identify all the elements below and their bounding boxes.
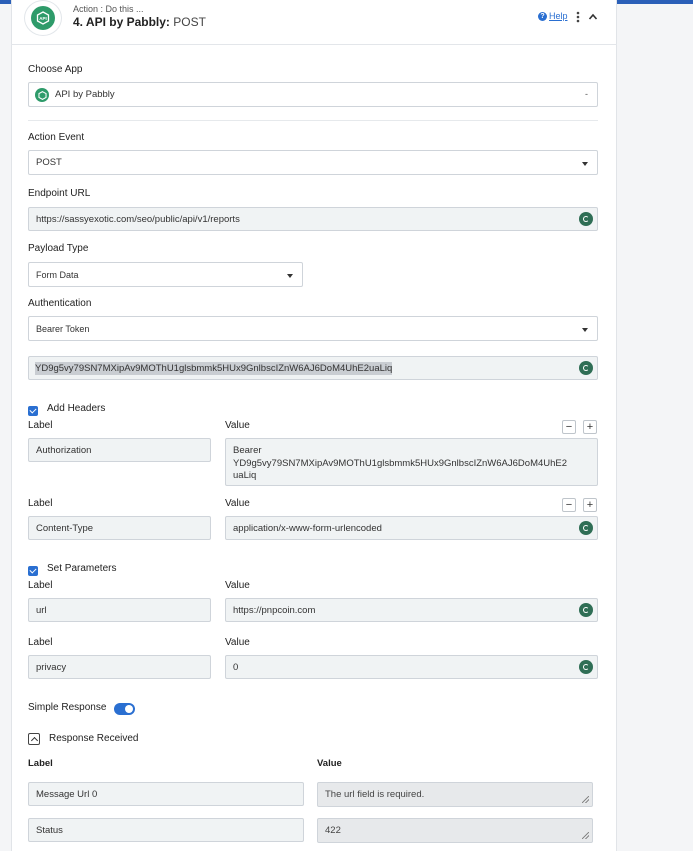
response-col-value: Value [317, 758, 342, 769]
header-label-input[interactable]: Content-Type [28, 516, 211, 540]
authentication-value: Bearer Token [36, 323, 90, 334]
minus-icon[interactable]: − [562, 420, 576, 434]
insert-data-icon[interactable] [579, 521, 593, 535]
choose-app-label: Choose App [28, 64, 83, 75]
param-col-label: Label [28, 637, 53, 648]
app-small-icon [35, 88, 49, 102]
header-col-value: Value [225, 498, 250, 509]
add-headers-checkbox[interactable] [28, 406, 38, 416]
action-title-text: 4. API by Pabbly: [73, 15, 170, 29]
param-label-value: privacy [36, 661, 67, 673]
header-col-label: Label [28, 498, 53, 509]
app-logo-icon: API [31, 6, 55, 30]
param-value-input[interactable]: https://pnpcoin.com [225, 598, 598, 622]
response-collapse-button[interactable] [28, 733, 40, 745]
help-link[interactable]: ? Help [538, 11, 568, 21]
action-card [11, 0, 617, 851]
bearer-token-input[interactable]: YD9g5vy79SN7MXipAv9MOThU1glsbmmk5HUx9Gnl… [28, 356, 598, 380]
section-divider [28, 120, 598, 121]
help-icon: ? [538, 11, 547, 21]
header-value-text: Bearer YD9g5vy79SN7MXipAv9MOThU1glsbmmk5… [233, 445, 567, 483]
bearer-token-value: YD9g5vy79SN7MXipAv9MOThU1glsbmmk5HUx9Gnl… [35, 361, 393, 375]
response-label-field: Status [28, 818, 304, 842]
payload-type-label: Payload Type [28, 243, 89, 254]
header-col-label: Label [28, 420, 53, 431]
param-label-input[interactable]: privacy [28, 655, 211, 679]
param-label-value: url [36, 604, 47, 616]
response-label-text: Message Url 0 [36, 788, 98, 800]
resize-handle-icon[interactable] [582, 796, 589, 803]
endpoint-input[interactable]: https://sassyexotic.com/seo/public/api/v… [28, 207, 598, 231]
authentication-select[interactable]: Bearer Token [28, 316, 598, 341]
response-label-field: Message Url 0 [28, 782, 304, 806]
insert-data-icon[interactable] [579, 603, 593, 617]
insert-data-icon[interactable] [579, 660, 593, 674]
choose-app-value: API by Pabbly [55, 89, 115, 100]
header-value-line: uaLiq [233, 470, 257, 481]
param-value-input[interactable]: 0 [225, 655, 598, 679]
endpoint-value: https://sassyexotic.com/seo/public/api/v… [36, 213, 240, 225]
plus-icon[interactable]: + [583, 420, 597, 434]
app-logo: API [24, 0, 62, 36]
response-value-field[interactable]: 422 [317, 818, 593, 843]
param-col-value: Value [225, 580, 250, 591]
svg-text:API: API [39, 16, 47, 21]
chevron-up-icon[interactable] [588, 12, 598, 22]
choose-app-select[interactable]: API by Pabbly - [28, 82, 598, 107]
action-method: POST [173, 15, 206, 29]
response-value-text: The url field is required. [325, 789, 425, 800]
response-received-title: Response Received [49, 733, 139, 744]
action-event-value: POST [36, 157, 62, 168]
endpoint-label: Endpoint URL [28, 188, 91, 199]
minus-icon[interactable]: − [562, 498, 576, 512]
authentication-label: Authentication [28, 298, 92, 309]
help-label: Help [549, 11, 568, 21]
set-parameters-label: Set Parameters [47, 563, 117, 574]
param-value-text: 0 [233, 661, 239, 673]
header-label-value: Content-Type [36, 522, 94, 534]
payload-type-select[interactable]: Form Data [28, 262, 303, 287]
header-value-line: Bearer [233, 445, 262, 456]
param-label-input[interactable]: url [28, 598, 211, 622]
payload-type-value: Form Data [36, 269, 79, 280]
header-label-value: Authorization [36, 444, 92, 456]
param-col-label: Label [28, 580, 53, 591]
header-value-text: application/x-www-form-urlencoded [233, 522, 382, 534]
simple-response-toggle[interactable] [114, 703, 135, 715]
response-value-text: 422 [325, 825, 341, 836]
insert-data-icon[interactable] [579, 361, 593, 375]
caret-down-icon [582, 327, 588, 332]
header-col-value: Value [225, 420, 250, 431]
action-subtitle: Action : Do this ... [73, 4, 144, 14]
kebab-icon[interactable] [576, 11, 580, 23]
action-event-select[interactable]: POST [28, 150, 598, 175]
header-value-line: YD9g5vy79SN7MXipAv9MOThU1glsbmmk5HUx9Gnl… [233, 457, 568, 469]
caret-down-icon [287, 273, 293, 278]
simple-response-label: Simple Response [28, 702, 107, 713]
response-value-field[interactable]: The url field is required. [317, 782, 593, 807]
header-divider [11, 44, 617, 45]
header-value-input[interactable]: Bearer YD9g5vy79SN7MXipAv9MOThU1glsbmmk5… [225, 438, 598, 486]
caret-down-icon [582, 161, 588, 166]
insert-data-icon[interactable] [579, 212, 593, 226]
response-label-text: Status [36, 824, 63, 836]
action-title: 4. API by Pabbly: POST [73, 15, 206, 29]
plus-icon[interactable]: + [583, 498, 597, 512]
select-dash-icon: - [585, 89, 588, 99]
resize-handle-icon[interactable] [582, 832, 589, 839]
param-col-value: Value [225, 637, 250, 648]
action-event-label: Action Event [28, 132, 85, 143]
add-headers-label: Add Headers [47, 403, 106, 414]
param-value-text: https://pnpcoin.com [233, 604, 316, 616]
set-parameters-checkbox[interactable] [28, 566, 38, 576]
header-label-input[interactable]: Authorization [28, 438, 211, 462]
response-col-label: Label [28, 758, 53, 769]
header-value-input[interactable]: application/x-www-form-urlencoded [225, 516, 598, 540]
